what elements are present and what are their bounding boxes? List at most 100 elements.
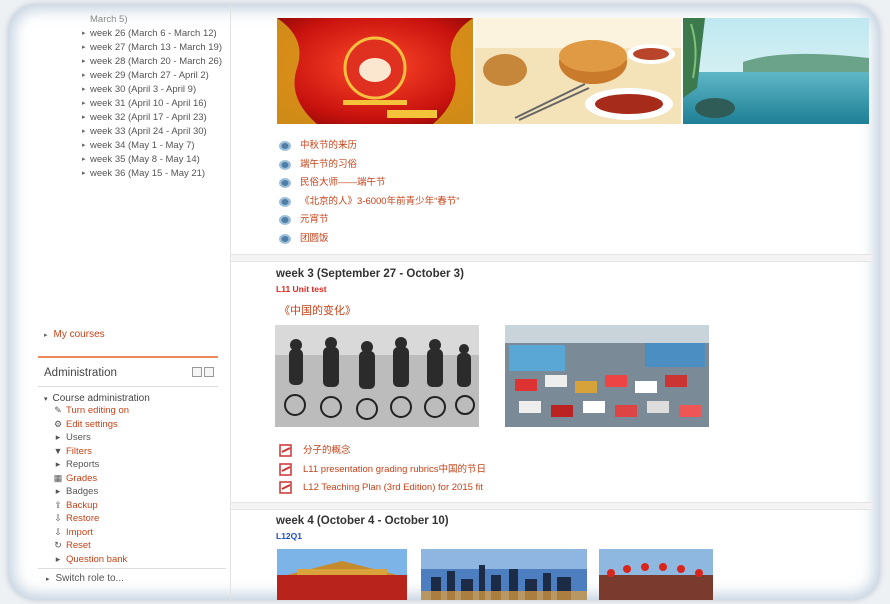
resource-label: 元宵节	[300, 214, 329, 226]
document-label: L12 Teaching Plan (3rd Edition) for 2015…	[303, 482, 483, 493]
admin-item-badges[interactable]: ▸ Badges	[52, 485, 218, 499]
switch-role-link[interactable]: ▸ Switch role to...	[38, 568, 226, 584]
resource-link[interactable]: 《北京的人》3-6000年前青少年“春节”	[276, 193, 459, 212]
administration-header: Administration	[38, 358, 218, 387]
arrow-right-icon: ▸	[82, 100, 86, 107]
week3-document-list: 分子的概念 L11 presentation grading rubrics中国…	[277, 442, 486, 498]
admin-item-restore[interactable]: ⇩ Restore	[52, 512, 218, 526]
week-nav-item[interactable]: ▸ week 28 (March 20 - March 26)	[26, 56, 222, 69]
resource-label: 《北京的人》3-6000年前青少年“春节”	[300, 195, 460, 207]
course-admin-list: ✎ Turn editing on ⚙ Edit settings ▸ Users ▼…	[38, 404, 218, 566]
section-divider	[231, 254, 871, 262]
city-skyline-photo	[421, 549, 587, 600]
resource-link[interactable]: 元宵节	[276, 211, 459, 230]
admin-item-filters[interactable]: ▼ Filters	[52, 445, 218, 459]
admin-item-label: Grades	[66, 472, 98, 484]
admin-item-label: Badges	[66, 486, 99, 497]
pdf-file-icon	[279, 444, 292, 457]
admin-item-turn-editing[interactable]: ✎ Turn editing on	[52, 404, 218, 418]
document-label: 分子的概念	[303, 445, 351, 456]
cyclists-photo	[275, 325, 479, 427]
arrow-right-icon: ▸	[55, 432, 61, 442]
week-nav-label: week 31 (April 10 - April 16)	[90, 98, 207, 109]
web-link-icon	[279, 215, 291, 226]
street-lanterns-photo	[599, 549, 713, 600]
administration-block: Administration ▾ Course administration ✎ T…	[38, 356, 218, 566]
week-nav-item[interactable]: March 5)	[26, 14, 222, 27]
week3-title: week 3 (September 27 - October 3)	[276, 268, 464, 280]
week-nav-item[interactable]: ▸ week 26 (March 6 - March 12)	[26, 28, 222, 41]
web-link-icon	[279, 159, 291, 170]
resource-link[interactable]: 团圆饭	[276, 230, 459, 249]
arrow-right-icon: ▸	[46, 576, 50, 583]
week-nav-item[interactable]: ▸ week 32 (April 17 - April 23)	[26, 112, 222, 125]
week-nav-item[interactable]: ▸ week 34 (May 1 - May 7)	[26, 140, 222, 153]
week-nav-item[interactable]: ▸ week 36 (May 15 - May 21)	[26, 168, 222, 181]
admin-item-label: Edit settings	[66, 418, 118, 430]
import-icon: ⇩	[54, 526, 62, 537]
collapse-block-icon[interactable]	[204, 367, 214, 377]
pencil-icon: ✎	[54, 405, 62, 415]
week-nav-item[interactable]: ▸ week 31 (April 10 - April 16)	[26, 98, 222, 111]
week-nav-item[interactable]: ▸ week 35 (May 8 - May 14)	[26, 154, 222, 167]
festival-image-mooncake	[475, 18, 681, 124]
week-navigation-list: March 5) ▸ week 26 (March 6 - March 12) ▸…	[26, 14, 222, 182]
festival-image-lantern	[277, 18, 473, 124]
web-link-icon	[279, 141, 291, 151]
week-nav-label: week 27 (March 13 - March 19)	[90, 42, 222, 53]
chevron-down-icon: ▾	[44, 396, 48, 403]
week3-heading: 《中国的变化》	[279, 305, 356, 317]
arrow-right-icon: ▸	[55, 486, 61, 496]
arrow-right-icon: ▸	[82, 72, 86, 79]
admin-item-label: Filters	[66, 445, 92, 457]
my-courses-link[interactable]: ▸ My courses	[44, 329, 105, 340]
arrow-right-icon: ▸	[82, 86, 86, 93]
resource-link[interactable]: 民俗大师——端午节	[276, 174, 459, 193]
admin-item-reset[interactable]: ↻ Reset	[52, 539, 218, 553]
arrow-right-icon: ▸	[55, 553, 61, 564]
admin-item-import[interactable]: ⇩ Import	[52, 526, 218, 540]
administration-title: Administration	[44, 367, 117, 379]
arrow-right-icon: ▸	[44, 332, 48, 339]
resource-link[interactable]: 中秋节的来历	[276, 137, 459, 156]
traffic-jam-photo	[505, 325, 709, 427]
arrow-right-icon: ▸	[82, 30, 86, 37]
week-nav-label: week 32 (April 17 - April 23)	[90, 112, 207, 123]
resource-label: 端午节的习俗	[300, 158, 358, 170]
week-nav-label: week 35 (May 8 - May 14)	[90, 154, 200, 165]
admin-item-reports[interactable]: ▸ Reports	[52, 458, 218, 472]
admin-item-label: Turn editing on	[66, 405, 130, 416]
resource-link[interactable]: 端午节的习俗	[276, 156, 459, 175]
resource-label: 中秋节的来历	[300, 140, 358, 151]
pdf-file-icon	[279, 481, 292, 494]
document-link[interactable]: 分子的概念	[277, 442, 486, 461]
course-administration-node[interactable]: ▾ Course administration	[38, 387, 218, 404]
admin-item-label: Question bank	[66, 553, 128, 565]
course-administration-label: Course administration	[52, 393, 150, 404]
arrow-right-icon: ▸	[82, 58, 86, 65]
filter-icon: ▼	[53, 445, 63, 456]
document-link[interactable]: L11 presentation grading rubrics中国的节日	[277, 461, 486, 480]
admin-item-question-bank[interactable]: ▸ Question bank	[52, 553, 218, 567]
arrow-right-icon: ▸	[82, 114, 86, 121]
admin-item-label: Import	[66, 526, 93, 538]
week2-resource-list: 中秋节的来历 端午节的习俗 民俗大师——端午节 《北京的人》3-6000年前青少…	[276, 137, 459, 249]
admin-item-grades[interactable]: ▦ Grades	[52, 472, 218, 486]
section-divider	[231, 502, 871, 510]
web-link-icon	[279, 196, 291, 207]
week-nav-item[interactable]: ▸ week 30 (April 3 - April 9)	[26, 84, 222, 97]
pdf-file-icon	[279, 462, 292, 476]
document-label: L11 presentation grading rubrics中国的节日	[303, 463, 487, 475]
admin-item-label: Restore	[66, 513, 100, 524]
dock-block-icon[interactable]	[192, 367, 202, 377]
week-nav-item[interactable]: ▸ week 29 (March 27 - April 2)	[26, 70, 222, 83]
backup-icon: ⇪	[54, 499, 62, 510]
admin-item-backup[interactable]: ⇪ Backup	[52, 499, 218, 513]
week-nav-item[interactable]: ▸ week 33 (April 24 - April 30)	[26, 126, 222, 139]
admin-item-edit-settings[interactable]: ⚙ Edit settings	[52, 418, 218, 432]
admin-item-label: Reports	[66, 459, 100, 470]
admin-item-users[interactable]: ▸ Users	[52, 431, 218, 445]
week-nav-item[interactable]: ▸ week 27 (March 13 - March 19)	[26, 42, 222, 55]
document-link[interactable]: L12 Teaching Plan (3rd Edition) for 2015…	[277, 479, 486, 498]
arrow-right-icon: ▸	[82, 156, 86, 163]
